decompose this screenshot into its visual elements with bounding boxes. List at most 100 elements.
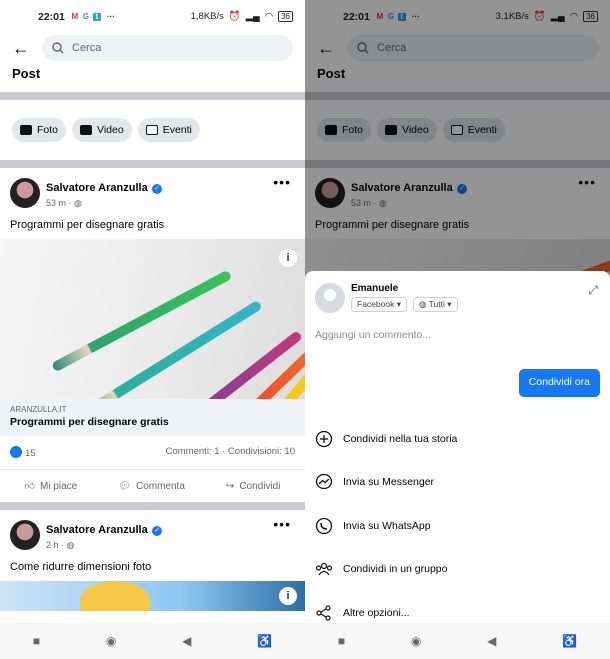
globe-icon: ◍ (419, 299, 427, 309)
post-time: 2 h · (46, 540, 65, 550)
avatar (315, 283, 345, 313)
alarm-icon: ⏰ (228, 11, 241, 22)
post-card: Salvatore Aranzulla ✓ 53 m · ◍ ••• Progr… (0, 168, 305, 502)
post-text: Come ridurre dimensioni foto (10, 561, 152, 573)
comment-share-counts[interactable]: Commenti: 1 · Condivisioni: 10 (166, 446, 295, 459)
more-options-icon[interactable]: ••• (273, 174, 291, 190)
android-nav-bar: ■ ◉ ◀ ♿ (0, 623, 305, 659)
search-placeholder: Cerca (72, 42, 102, 54)
more-options-icon[interactable]: ••• (273, 516, 291, 532)
post-author[interactable]: Salvatore Aranzulla (46, 524, 148, 536)
post-time: 53 m · (46, 198, 72, 208)
post-author[interactable]: Salvatore Aranzulla (46, 182, 148, 194)
network-speed: 1,8KB/s (190, 11, 224, 22)
link-domain: ARANZULLA.IT (10, 405, 67, 414)
info-icon[interactable]: i (279, 587, 297, 605)
option-whatsapp[interactable]: Invia su WhatsApp (305, 504, 610, 548)
filter-chips: Foto Video Eventi (0, 100, 305, 160)
post-text: Programmi per disegnare gratis (10, 219, 165, 231)
share-arrow-icon: ↪ (225, 480, 235, 492)
back-button[interactable]: ◀ (182, 634, 191, 648)
privacy-label: Tutti (428, 299, 445, 309)
accessibility-button[interactable]: ♿ (562, 634, 577, 648)
back-arrow-icon[interactable]: ← (12, 38, 30, 59)
back-button[interactable]: ◀ (487, 634, 496, 648)
video-icon (80, 125, 93, 135)
option-label: Invia su WhatsApp (343, 519, 431, 532)
recents-button[interactable]: ■ (33, 634, 40, 648)
chevron-down-icon: ▾ (396, 299, 401, 309)
group-icon (315, 560, 333, 578)
comment-button[interactable]: 💬︎ Commenta (118, 480, 185, 492)
calendar-icon (145, 125, 158, 135)
option-messenger[interactable]: Invia su Messenger (305, 461, 610, 505)
home-button[interactable]: ◉ (106, 634, 116, 648)
wifi-icon: ◠ (264, 11, 274, 22)
comment-icon: 💬︎ (118, 480, 131, 492)
messenger-icon (315, 473, 333, 491)
share-icon (315, 604, 333, 622)
audience-label: Facebook (357, 299, 395, 309)
section-title: Post (12, 66, 41, 81)
post-header: Salvatore Aranzulla ✓ 2 h · ◍ ••• (0, 510, 305, 557)
post-stats: 15 Commenti: 1 · Condivisioni: 10 (0, 436, 305, 469)
share-now-button[interactable]: Condividi ora (518, 369, 600, 397)
like-count[interactable]: 15 (25, 448, 36, 459)
option-label: Condividi nella tua storia (343, 432, 458, 445)
post-actions: 👍︎ Mi piace 💬︎ Commenta ↪ Condividi (0, 469, 305, 502)
share-user-name: Emanuele (351, 283, 399, 294)
divider (0, 160, 305, 168)
share-header: Emanuele Facebook ▾ ◍ Tutti ▾ ⤢ (305, 271, 610, 313)
comment-input[interactable]: Aggiungi un commento... (305, 313, 610, 369)
post-image[interactable]: i (0, 239, 305, 399)
right-screen: 22:01 M G t ··· 3,1KB/s ⏰ ▂▄ ◠ 36 ← Cerc… (305, 0, 610, 659)
verified-icon: ✓ (152, 184, 163, 194)
battery-icon: 36 (278, 11, 293, 22)
chip-eventi[interactable]: Eventi (137, 118, 200, 142)
post-image[interactable]: i (0, 581, 305, 611)
share-sheet: Emanuele Facebook ▾ ◍ Tutti ▾ ⤢ Aggiungi… (305, 271, 610, 623)
like-label: Mi piace (39, 480, 78, 492)
recents-button[interactable]: ■ (338, 634, 345, 648)
share-button[interactable]: ↪ Condividi (226, 480, 281, 492)
accessibility-button[interactable]: ♿ (257, 634, 272, 648)
expand-icon[interactable]: ⤢ (588, 283, 598, 298)
option-group[interactable]: Condividi in un gruppo (305, 548, 610, 592)
chip-label: Eventi (162, 124, 192, 136)
chip-foto[interactable]: Foto (12, 118, 67, 142)
like-button[interactable]: 👍︎ Mi piace (24, 480, 78, 493)
privacy-dropdown[interactable]: ◍ Tutti ▾ (413, 297, 458, 312)
divider (0, 92, 305, 100)
link-preview[interactable]: ARANZULLA.IT Programmi per disegnare gra… (0, 399, 305, 436)
option-share-story[interactable]: Condividi nella tua storia (305, 417, 610, 461)
comment-label: Commenta (135, 480, 185, 492)
share-options-list: Condividi nella tua storia Invia su Mess… (305, 417, 610, 635)
more-notifications-icon: ··· (106, 12, 115, 21)
avatar[interactable] (10, 178, 40, 208)
home-button[interactable]: ◉ (411, 634, 421, 648)
chip-label: Foto (37, 124, 59, 136)
info-icon[interactable]: i (279, 249, 297, 267)
chip-label: Video (97, 124, 124, 136)
top-bar: ← Cerca (0, 34, 305, 62)
plus-circle-icon (315, 430, 333, 448)
option-label: Condividi in un gruppo (343, 563, 448, 576)
thumbs-up-icon: 👍︎ (24, 481, 35, 492)
audience-dropdown[interactable]: Facebook ▾ (351, 297, 407, 312)
google-icon: G (82, 12, 89, 21)
signal-icon: ▂▄ (245, 11, 260, 22)
chevron-down-icon: ▾ (447, 299, 452, 309)
status-time: 22:01 (38, 11, 65, 23)
share-label: Condividi (239, 480, 281, 492)
link-title: Programmi per disegnare gratis (10, 416, 169, 428)
gmail-icon: M (71, 12, 79, 21)
whatsapp-icon (315, 517, 333, 535)
status-bar: 22:01 M G t ··· 1,8KB/s ⏰ ▂▄ ◠ 36 (0, 0, 305, 34)
option-label: Invia su Messenger (343, 476, 435, 489)
search-input[interactable]: Cerca (42, 35, 293, 61)
android-nav-bar: ■ ◉ ◀ ♿ (305, 623, 610, 659)
chip-video[interactable]: Video (72, 118, 132, 142)
verified-icon: ✓ (152, 526, 163, 536)
avatar[interactable] (10, 520, 40, 550)
globe-icon: ◍ (66, 540, 75, 550)
